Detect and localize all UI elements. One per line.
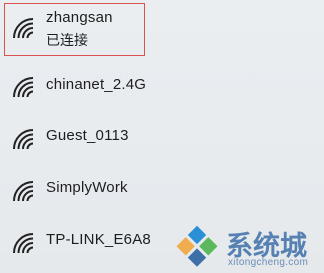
network-name: chinanet_2.4G	[46, 76, 147, 93]
connection-status: 已连接	[46, 32, 88, 48]
network-name: zhangsan	[46, 9, 113, 26]
watermark: 系统城 xitongcheng.com	[170, 222, 324, 273]
network-item-zhangsan[interactable]: zhangsan 已连接	[0, 6, 324, 54]
wifi-signal-icon	[13, 129, 34, 150]
wifi-signal-icon	[13, 181, 34, 202]
wifi-network-list: zhangsan 已连接 chinanet_2.4G Guest_0113 Si	[0, 0, 324, 273]
network-item-simplywork[interactable]: SimplyWork	[0, 166, 324, 216]
network-name: SimplyWork	[46, 179, 128, 196]
network-name: Guest_0113	[46, 127, 129, 144]
wifi-signal-icon	[13, 18, 34, 39]
wifi-signal-icon	[13, 77, 34, 98]
wifi-signal-icon	[13, 233, 34, 254]
network-name: TP-LINK_E6A8	[46, 231, 151, 248]
network-item-chinanet[interactable]: chinanet_2.4G	[0, 62, 324, 112]
network-item-guest[interactable]: Guest_0113	[0, 114, 324, 164]
windows-logo-icon	[176, 225, 218, 267]
watermark-url: xitongcheng.com	[228, 257, 309, 268]
